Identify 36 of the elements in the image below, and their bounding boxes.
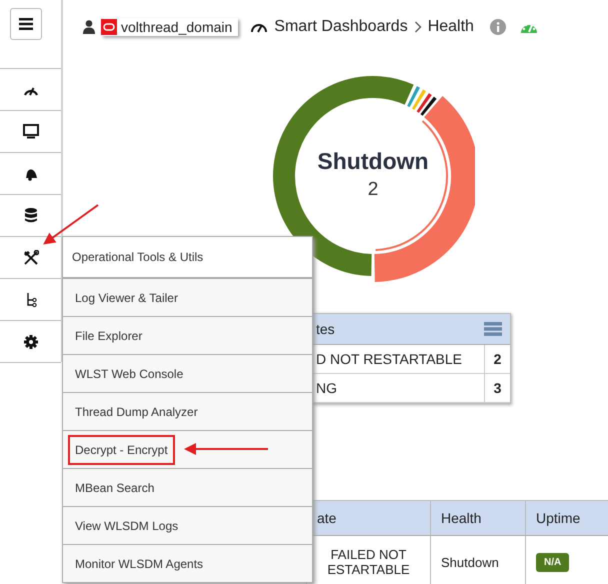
bell-icon (24, 166, 38, 180)
info-icon[interactable] (490, 19, 506, 35)
menu-item[interactable]: WLST Web Console (68, 358, 190, 388)
menu-button[interactable] (10, 8, 42, 40)
logo-icon (101, 19, 117, 35)
breadcrumb-link[interactable]: Health (428, 18, 474, 36)
database-icon (24, 208, 36, 223)
menu-item[interactable]: Monitor WLSDM Agents (68, 548, 210, 578)
column-header: Uptime (526, 501, 608, 535)
menu-item[interactable]: Thread Dump Analyzer (68, 396, 205, 426)
menu-item[interactable]: MBean Search (68, 472, 162, 502)
uptime-badge: N/A (536, 552, 570, 572)
column-header: Health (431, 501, 526, 535)
table-cell: Shutdown (431, 536, 526, 584)
user-icon (83, 20, 95, 34)
gauge-icon (250, 21, 268, 33)
chart-center-label: Shutdown (317, 148, 429, 175)
settings-icon (24, 334, 38, 348)
hierarchy-icon (24, 292, 36, 308)
monitor-icon (22, 124, 38, 139)
menu-icon (19, 18, 33, 30)
table-cell-text: 2 (492, 350, 502, 369)
menu-item[interactable]: Log Viewer & Tailer (68, 282, 185, 312)
tools-icon (22, 250, 38, 266)
breadcrumb-link[interactable]: Smart Dashboards (274, 18, 408, 36)
chart-center-value: 2 (368, 179, 378, 201)
domain-name: volthread_domain (121, 19, 232, 35)
menu-item[interactable]: File Explorer (68, 320, 150, 350)
table-cell-text: 3 (492, 379, 502, 398)
chevron-right-icon (414, 21, 422, 33)
menu-item[interactable]: View WLSDM Logs (68, 510, 186, 540)
column-header: tes (316, 321, 335, 337)
annotation-arrow (43, 204, 99, 244)
menu-item[interactable]: Decrypt - Encrypt (68, 434, 175, 464)
menu-title: Operational Tools & Utils (63, 237, 312, 279)
server-list-icon[interactable] (484, 322, 502, 336)
